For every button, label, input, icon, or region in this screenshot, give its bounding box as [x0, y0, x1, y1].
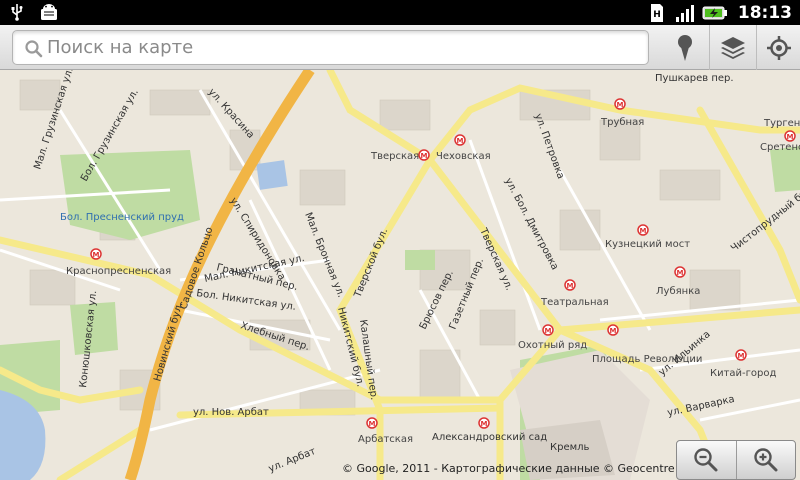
my-location-button[interactable]	[756, 25, 800, 70]
place-marker-button[interactable]	[661, 25, 708, 70]
place-label: Бол. Пресненский пруд	[60, 212, 184, 223]
search-icon	[25, 40, 43, 58]
status-bar: H 18:13	[0, 0, 800, 25]
metro-label: Краснопресненская	[66, 266, 171, 277]
zoom-out-icon	[694, 448, 718, 472]
place-label: Сретенский бульвар	[760, 142, 800, 153]
search-box[interactable]	[12, 30, 649, 65]
street-label: Александровский сад	[432, 432, 547, 443]
battery-charging-icon	[702, 4, 728, 22]
street-label: ул. Нов. Арбат	[193, 407, 269, 418]
layers-button[interactable]	[709, 25, 756, 70]
zoom-out-button[interactable]	[677, 441, 736, 479]
svg-text:M: M	[787, 133, 794, 141]
status-time: 18:13	[737, 2, 792, 23]
metro-label: Арбатская	[358, 434, 413, 445]
svg-text:M: M	[369, 420, 376, 428]
sd-card-icon: H	[646, 3, 668, 22]
metro-label: Трубная	[600, 117, 644, 128]
metro-label: Тургенев	[763, 118, 800, 129]
svg-text:M: M	[610, 327, 617, 335]
signal-icon	[674, 4, 696, 22]
metro-label: Чеховская	[436, 151, 491, 162]
svg-text:M: M	[481, 420, 488, 428]
zoom-in-icon	[754, 448, 778, 472]
metro-label: Кузнецкий мост	[605, 239, 690, 250]
svg-text:M: M	[421, 152, 428, 160]
metro-label: Китай-город	[710, 368, 776, 379]
street-label: Площадь Революции	[592, 354, 702, 365]
usb-icon	[6, 3, 28, 21]
map-view[interactable]: M M M M M M M M M M M M M Садовое Кольцо…	[0, 70, 800, 480]
search-input[interactable]	[47, 31, 637, 64]
zoom-controls	[676, 440, 796, 480]
svg-text:M: M	[567, 282, 574, 290]
svg-text:M: M	[93, 251, 100, 259]
metro-label: Охотный ряд	[518, 340, 587, 351]
my-location-icon	[766, 35, 791, 60]
place-marker-icon	[677, 34, 692, 61]
map-canvas: M M M M M M M M M M M M M Садовое Кольцо…	[0, 70, 800, 480]
svg-text:M: M	[617, 101, 624, 109]
svg-text:M: M	[677, 269, 684, 277]
street-label: Кремль	[550, 442, 590, 453]
svg-text:H: H	[653, 10, 661, 20]
svg-text:M: M	[457, 137, 464, 145]
android-debug-icon	[38, 3, 60, 21]
metro-label: Театральная	[540, 297, 609, 308]
svg-text:M: M	[738, 352, 745, 360]
street-label: Пушкарев пер.	[655, 73, 734, 84]
metro-label: Лубянка	[656, 286, 700, 297]
layers-icon	[721, 36, 745, 59]
metro-label: Тверская	[370, 151, 419, 162]
svg-text:M: M	[545, 327, 552, 335]
svg-text:M: M	[640, 227, 647, 235]
zoom-in-button[interactable]	[735, 441, 796, 479]
search-toolbar	[0, 25, 800, 70]
